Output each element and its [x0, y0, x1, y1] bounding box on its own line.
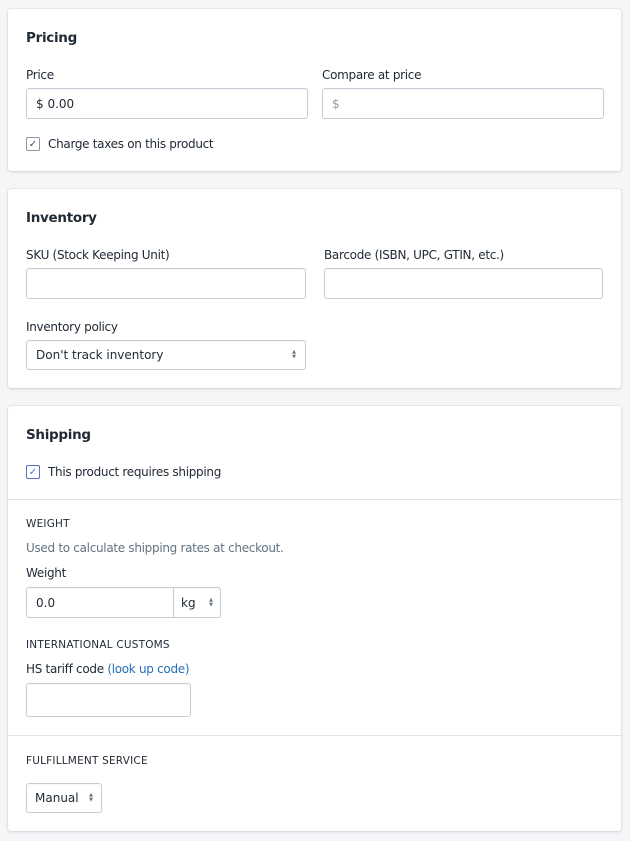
divider [8, 499, 621, 500]
compare-price-label: Compare at price [322, 68, 422, 82]
weight-unit-select[interactable]: kg ▲ ▼ [173, 587, 221, 618]
weight-value: 0.0 [36, 595, 56, 610]
inventory-title: Inventory [26, 210, 97, 226]
compare-price-input[interactable]: $ [322, 88, 604, 119]
chevron-up-down-icon: ▲ ▼ [89, 792, 93, 803]
charge-taxes-label: Charge taxes on this product [48, 137, 214, 151]
check-icon: ✓ [28, 466, 38, 478]
fulfillment-service-select[interactable]: Manual ▲ ▼ [26, 783, 102, 813]
pricing-title: Pricing [26, 30, 77, 46]
sku-label: SKU (Stock Keeping Unit) [26, 248, 170, 262]
weight-heading: WEIGHT [26, 518, 70, 530]
price-label: Price [26, 68, 54, 82]
chevron-up-down-icon: ▲ ▼ [292, 349, 296, 360]
inventory-policy-value: Don't track inventory [36, 348, 164, 362]
divider [8, 735, 621, 736]
pricing-card: Pricing Price $ 0.00 Compare at price $ … [8, 9, 621, 171]
price-input[interactable]: $ 0.00 [26, 88, 308, 119]
fulfillment-value: Manual [35, 791, 79, 805]
customs-heading: INTERNATIONAL CUSTOMS [26, 639, 170, 651]
shipping-title: Shipping [26, 427, 91, 443]
hs-tariff-label-text: HS tariff code [26, 662, 104, 676]
charge-taxes-checkbox[interactable]: ✓ [26, 137, 40, 151]
requires-shipping-checkbox[interactable]: ✓ [26, 465, 40, 479]
sku-input[interactable] [26, 268, 306, 299]
inventory-policy-label: Inventory policy [26, 320, 118, 334]
check-icon: ✓ [28, 138, 38, 150]
weight-unit-value: kg [181, 595, 196, 610]
inventory-card: Inventory SKU (Stock Keeping Unit) Barco… [8, 189, 621, 388]
barcode-label: Barcode (ISBN, UPC, GTIN, etc.) [324, 248, 504, 262]
hs-tariff-input[interactable] [26, 683, 191, 717]
chevron-up-down-icon: ▲ ▼ [209, 596, 213, 608]
inventory-policy-select[interactable]: Don't track inventory ▲ ▼ [26, 340, 306, 370]
price-value: $ 0.00 [36, 96, 75, 111]
compare-price-placeholder: $ [332, 96, 340, 111]
shipping-card: Shipping ✓ This product requires shippin… [8, 406, 621, 831]
hs-tariff-label: HS tariff code (look up code) [26, 662, 190, 676]
weight-input[interactable]: 0.0 [26, 587, 174, 618]
requires-shipping-label: This product requires shipping [48, 465, 222, 479]
barcode-input[interactable] [324, 268, 603, 299]
weight-help: Used to calculate shipping rates at chec… [26, 541, 284, 555]
fulfillment-heading: FULFILLMENT SERVICE [26, 755, 148, 767]
weight-label: Weight [26, 566, 67, 580]
look-up-code-link[interactable]: (look up code) [107, 662, 189, 676]
